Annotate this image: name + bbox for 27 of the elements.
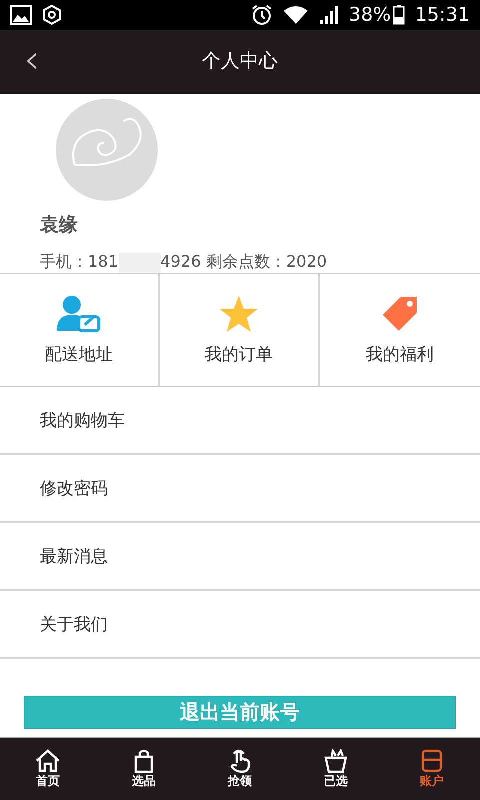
- tab[interactable]: 账户: [384, 738, 480, 800]
- battery-icon: [393, 5, 406, 25]
- wifi-icon: [283, 5, 309, 25]
- signal-icon: [319, 5, 339, 25]
- pointing-hand-icon: [228, 748, 252, 772]
- back-button[interactable]: ‹: [18, 38, 46, 82]
- page-title: 个人中心: [202, 49, 278, 74]
- bag-icon: [132, 748, 156, 772]
- tab[interactable]: 抢领: [192, 738, 288, 800]
- user-name: 袁缘: [40, 213, 79, 238]
- tab[interactable]: 已选: [288, 738, 384, 800]
- settings-icon: [42, 5, 62, 25]
- battery-percent: 38%: [349, 4, 392, 26]
- clock-time: 15:31: [415, 4, 470, 26]
- tag-icon: [381, 294, 419, 332]
- tab[interactable]: 选品: [96, 738, 192, 800]
- gift-basket-icon: [324, 748, 348, 772]
- alarm-icon: [251, 4, 273, 26]
- tab[interactable]: 首页: [0, 738, 96, 800]
- phone-label: 手机：181: [40, 252, 119, 273]
- person-edit-icon: [55, 294, 103, 332]
- phone-points-text: 4926 剩余点数：2020: [160, 252, 328, 273]
- image-icon: [10, 5, 32, 25]
- account-card-icon: [421, 748, 443, 772]
- redaction-block: [118, 252, 161, 272]
- star-icon: [219, 294, 259, 332]
- home-icon: [35, 748, 61, 772]
